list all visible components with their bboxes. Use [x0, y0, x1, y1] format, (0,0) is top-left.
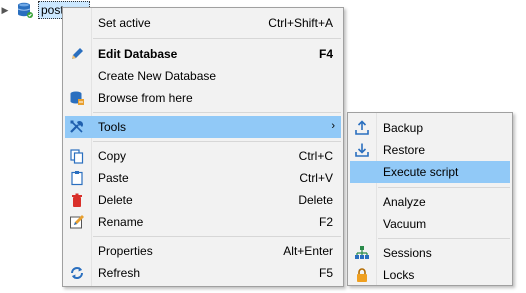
menu-item-label: Properties: [98, 244, 153, 258]
submenu-item-vacuum[interactable]: Vacuum: [350, 213, 510, 235]
submenu-item-sessions[interactable]: Sessions: [350, 242, 510, 264]
tools-submenu: Backup Restore Execute script Analyze Va…: [347, 112, 513, 286]
upload-icon: [353, 119, 371, 137]
menu-item-refresh[interactable]: Refresh F5: [65, 262, 341, 284]
database-icon: [16, 1, 34, 19]
trash-icon: [68, 191, 86, 209]
menu-item-label: Copy: [98, 149, 127, 163]
menu-item-label: Delete: [98, 193, 133, 207]
menu-item-label: Backup: [383, 121, 424, 135]
expand-arrow-icon[interactable]: ▶: [0, 1, 10, 19]
menu-item-edit-database[interactable]: Edit Database F4: [65, 43, 341, 65]
menu-item-delete[interactable]: Delete Delete: [65, 189, 341, 211]
download-icon: [353, 141, 371, 159]
submenu-item-restore[interactable]: Restore: [350, 139, 510, 161]
lock-icon: [353, 266, 371, 284]
network-icon: [353, 244, 371, 262]
menu-item-copy[interactable]: Copy Ctrl+C: [65, 145, 341, 167]
menu-separator: [93, 112, 341, 113]
submenu-arrow-icon: ›: [331, 120, 335, 132]
menu-item-label: Vacuum: [383, 217, 427, 231]
menu-item-label: Sessions: [383, 246, 432, 260]
menu-item-browse-from-here[interactable]: Browse from here: [65, 87, 341, 109]
menu-item-shortcut: F4: [318, 47, 333, 61]
menu-item-label: Paste: [98, 171, 129, 185]
tools-icon: [68, 118, 86, 136]
context-menu: Set active Ctrl+Shift+A Edit Database F4…: [62, 7, 344, 287]
menu-item-label: Tools: [98, 120, 127, 134]
submenu-item-locks[interactable]: Locks: [350, 264, 510, 286]
menu-item-shortcut: Ctrl+Shift+A: [268, 16, 333, 30]
rename-icon: [68, 213, 86, 231]
menu-item-shortcut: Ctrl+C: [298, 149, 333, 163]
menu-item-shortcut: Alt+Enter: [283, 244, 333, 258]
submenu-item-execute-script[interactable]: Execute script: [350, 161, 510, 183]
menu-item-create-new-database[interactable]: Create New Database: [65, 65, 341, 87]
submenu-item-backup[interactable]: Backup: [350, 117, 510, 139]
screen: ▶ postgres Set active Ctrl+Shift+A: [0, 0, 526, 293]
menu-separator: [378, 187, 510, 188]
menu-item-label: Refresh: [98, 266, 141, 280]
paste-icon: [68, 169, 86, 187]
menu-item-shortcut: F2: [318, 215, 333, 229]
menu-item-paste[interactable]: Paste Ctrl+V: [65, 167, 341, 189]
menu-item-shortcut: F5: [318, 266, 333, 280]
menu-item-properties[interactable]: Properties Alt+Enter: [65, 240, 341, 262]
pencil-icon: [68, 45, 86, 63]
menu-item-shortcut: Ctrl+V: [299, 171, 333, 185]
menu-item-shortcut: Delete: [298, 193, 333, 207]
menu-item-set-active[interactable]: Set active Ctrl+Shift+A: [65, 12, 341, 34]
menu-separator: [378, 238, 510, 239]
copy-icon: [68, 147, 86, 165]
menu-item-label: Locks: [383, 268, 415, 282]
menu-item-tools[interactable]: Tools ›: [65, 116, 341, 138]
submenu-item-analyze[interactable]: Analyze: [350, 191, 510, 213]
menu-separator: [93, 236, 341, 237]
menu-item-label: Execute script: [383, 165, 459, 179]
menu-item-label: Restore: [383, 143, 426, 157]
menu-item-label: Rename: [98, 215, 144, 229]
database-browse-icon: [68, 89, 86, 107]
menu-separator: [93, 141, 341, 142]
menu-item-label: Create New Database: [98, 69, 217, 83]
menu-item-label: Analyze: [383, 195, 426, 209]
menu-item-label: Set active: [98, 16, 151, 30]
menu-item-label: Edit Database: [98, 47, 178, 61]
menu-item-label: Browse from here: [98, 91, 193, 105]
refresh-icon: [68, 264, 86, 282]
menu-separator: [93, 38, 341, 39]
menu-item-rename[interactable]: Rename F2: [65, 211, 341, 233]
